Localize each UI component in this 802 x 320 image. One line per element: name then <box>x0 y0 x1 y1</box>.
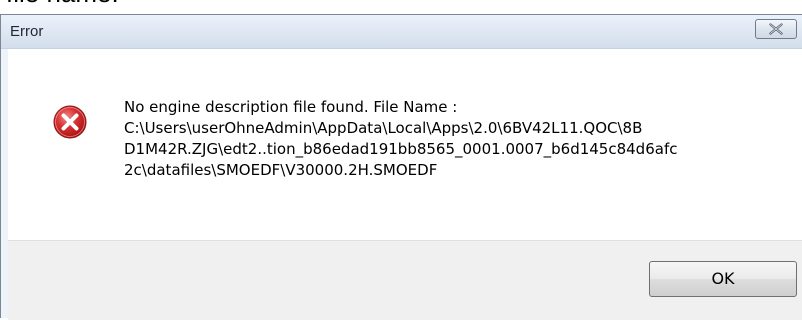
dialog-content: No engine description file found. File N… <box>8 49 802 240</box>
background-page-text: file name: <box>6 0 119 9</box>
error-dialog: Error No engine description file found. … <box>0 14 802 320</box>
ok-button[interactable]: OK <box>649 261 797 297</box>
close-x-icon <box>769 23 783 35</box>
dialog-title-bar[interactable]: Error <box>1 15 802 49</box>
message-line: D1M42R.ZJG\edt2..tion_b86edad191bb8565_0… <box>124 140 678 158</box>
message-line: No engine description file found. File N… <box>124 98 458 116</box>
error-icon <box>53 105 87 139</box>
close-button[interactable] <box>755 19 797 39</box>
error-message: No engine description file found. File N… <box>124 97 784 181</box>
dialog-title: Error <box>10 23 44 40</box>
message-line: C:\Users\userOhneAdmin\AppData\Local\App… <box>124 119 643 137</box>
message-line: 2c\datafiles\SMOEDF\V30000.2H.SMOEDF <box>124 161 438 179</box>
dialog-footer: OK <box>8 240 802 320</box>
